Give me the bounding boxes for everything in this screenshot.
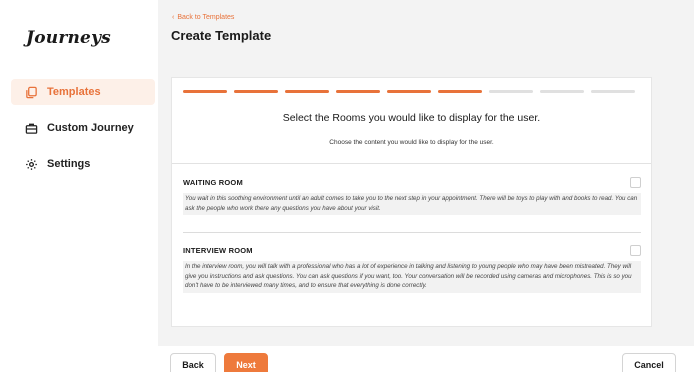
next-button[interactable]: Next: [224, 353, 268, 372]
back-link-label: Back to Templates: [177, 14, 235, 21]
sidebar-item-label: Settings: [47, 158, 91, 170]
chevron-left-icon: ‹: [172, 14, 175, 21]
progress-step: [336, 90, 380, 93]
sidebar: Journeys Templates Custom Journey Settin…: [0, 0, 160, 372]
wizard-card: Select the Rooms you would like to displ…: [171, 77, 652, 327]
main-content: ‹ Back to Templates Create Template Sele…: [158, 0, 694, 372]
copy-icon: [25, 86, 38, 99]
progress-step: [234, 90, 278, 93]
wizard-heading: Select the Rooms you would like to displ…: [282, 112, 541, 124]
sidebar-item-settings[interactable]: Settings: [11, 151, 155, 177]
sidebar-item-templates[interactable]: Templates: [11, 79, 155, 105]
progress-step: [183, 90, 227, 93]
progress-stepper: [183, 90, 635, 93]
room-title: WAITING ROOM: [183, 177, 243, 187]
progress-step: [387, 90, 431, 93]
progress-step: [489, 90, 533, 93]
back-button[interactable]: Back: [170, 353, 216, 372]
progress-step: [540, 90, 584, 93]
room-title: INTERVIEW ROOM: [183, 245, 253, 255]
back-to-templates-link[interactable]: ‹ Back to Templates: [172, 14, 234, 21]
progress-step: [438, 90, 482, 93]
footer-bar: Back Next Cancel: [158, 346, 694, 372]
sidebar-item-label: Custom Journey: [47, 122, 134, 134]
room-description: In the interview room, you will talk wit…: [183, 261, 641, 293]
page-title: Create Template: [171, 28, 272, 43]
room-description: You wait in this soothing environment un…: [183, 193, 641, 215]
room-checkbox-interview[interactable]: [630, 244, 641, 256]
room-waiting: WAITING ROOM You wait in this soothing e…: [183, 175, 641, 215]
divider: [172, 163, 651, 164]
briefcase-icon: [25, 122, 38, 135]
sidebar-item-label: Templates: [47, 86, 101, 98]
wizard-subheading: Choose the content you would like to dis…: [329, 139, 494, 146]
divider: [183, 232, 641, 233]
cancel-button[interactable]: Cancel: [622, 353, 676, 372]
gear-icon: [25, 158, 38, 171]
progress-step: [591, 90, 635, 93]
progress-step: [285, 90, 329, 93]
room-interview: INTERVIEW ROOM In the interview room, yo…: [183, 243, 641, 293]
sidebar-item-custom-journey[interactable]: Custom Journey: [11, 115, 155, 141]
app-logo: Journeys: [26, 28, 111, 48]
room-checkbox-waiting[interactable]: [630, 176, 641, 188]
